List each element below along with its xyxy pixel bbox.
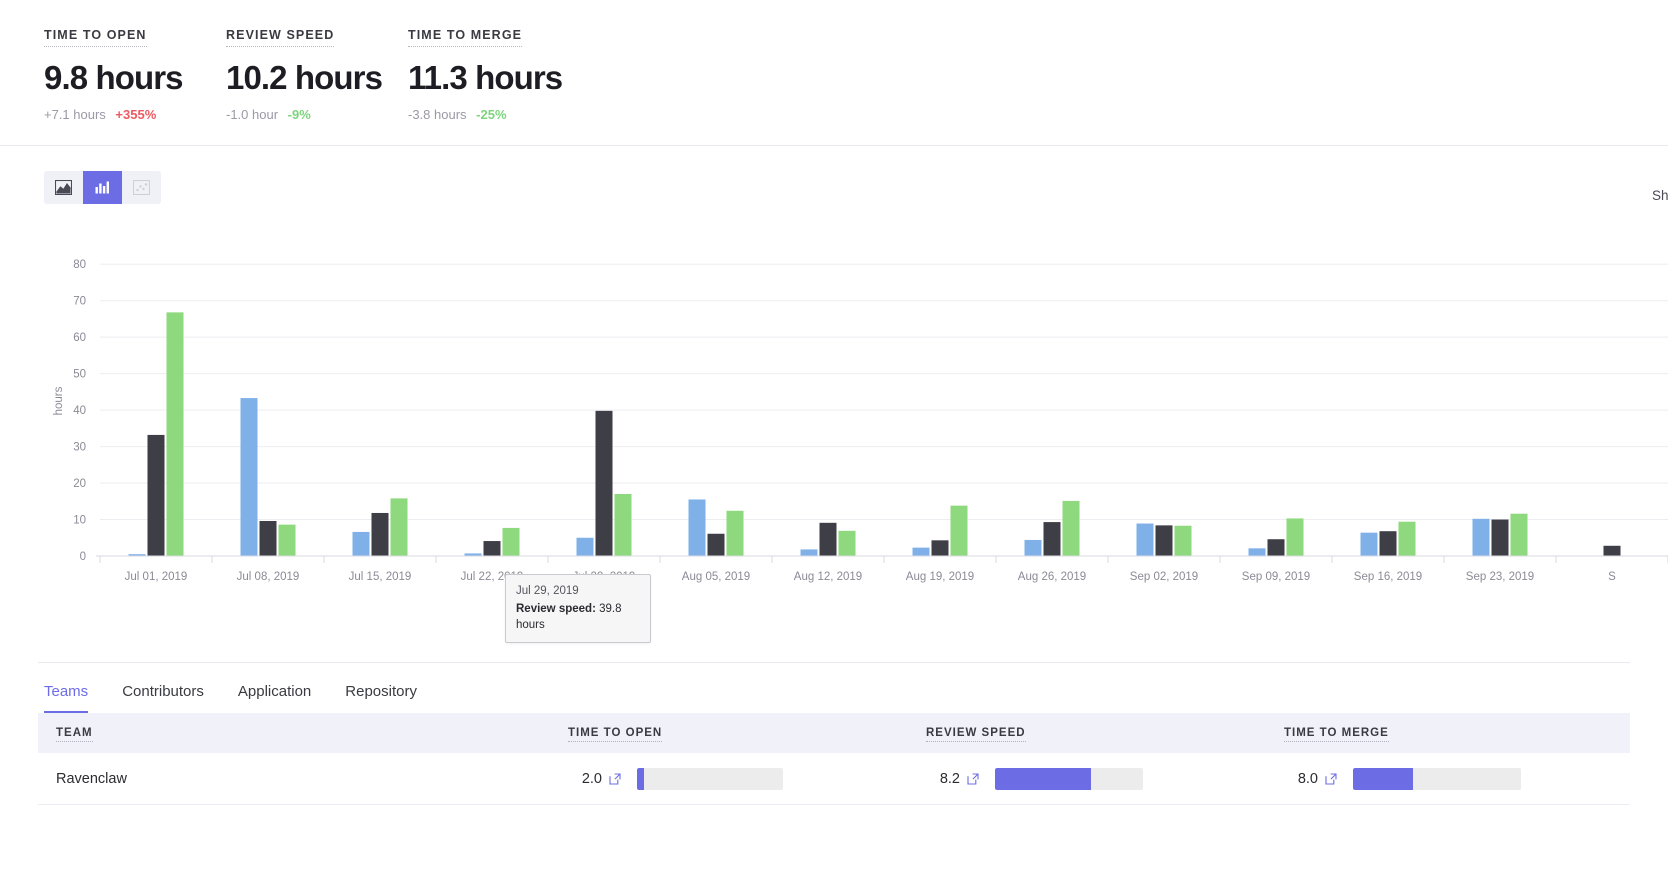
kpi-card-review-speed: REVIEW SPEED 10.2 hours -1.0 hour -9%: [226, 26, 408, 145]
column-header-team[interactable]: TEAM: [38, 727, 568, 742]
cell-time-to-open: 2.0: [568, 767, 926, 790]
svg-text:Aug 05, 2019: Aug 05, 2019: [682, 571, 750, 583]
bar-chart-icon[interactable]: [83, 170, 122, 204]
svg-text:10: 10: [73, 515, 86, 527]
kpi-value: 10.2 hours: [226, 59, 383, 96]
external-link-icon[interactable]: [1325, 772, 1337, 785]
kpi-delta-percent: -9%: [287, 107, 311, 122]
svg-text:70: 70: [73, 296, 86, 308]
svg-text:0: 0: [80, 551, 86, 563]
kpi-delta-percent: +355%: [115, 107, 157, 122]
svg-text:Sep 02, 2019: Sep 02, 2019: [1130, 571, 1198, 583]
bar-chart: 0 10 20 30 40 50 60 70 80 hours Jul 01, 2019 Jul 08…: [0, 216, 1668, 643]
tab-teams[interactable]: Teams: [44, 683, 89, 713]
entity-tabs: Teams Contributors Application Repositor…: [0, 663, 1668, 713]
kpi-delta-percent: -25%: [476, 107, 507, 122]
svg-text:Jul 01, 2019: Jul 01, 2019: [125, 571, 188, 583]
svg-text:Sep 23, 2019: Sep 23, 2019: [1466, 571, 1534, 583]
svg-text:80: 80: [73, 259, 86, 271]
kpi-label: REVIEW SPEED: [226, 28, 335, 47]
progress-fill: [637, 767, 645, 790]
metric-value: 2.0: [581, 770, 602, 787]
progress-fill: [995, 767, 1092, 790]
column-header-time-to-merge[interactable]: TIME TO MERGE: [1284, 727, 1614, 742]
progress-track: [1353, 767, 1521, 790]
svg-text:Sep 16, 2019: Sep 16, 2019: [1354, 571, 1422, 583]
svg-text:Jul 15, 2019: Jul 15, 2019: [349, 571, 412, 583]
tooltip-date: Jul 29, 2019: [516, 585, 579, 597]
progress-track: [637, 767, 783, 790]
cell-team-name: Ravenclaw: [56, 770, 127, 787]
kpi-value: 11.3 hours: [408, 59, 563, 96]
tab-application[interactable]: Application: [238, 683, 311, 713]
kpi-label: TIME TO MERGE: [408, 28, 523, 47]
chart-tooltip: Jul 29, 2019 Review speed: 39.8 hours: [505, 574, 651, 643]
kpi-delta: +7.1 hours +355%: [44, 107, 226, 122]
scatter-chart-icon: [122, 170, 161, 204]
kpi-summary-bar: TIME TO OPEN 9.8 hours +7.1 hours +355% …: [0, 0, 1668, 146]
progress-track: [995, 767, 1143, 790]
kpi-delta: -1.0 hour -9%: [226, 107, 408, 122]
metrics-table: TEAM TIME TO OPEN REVIEW SPEED TIME TO M…: [38, 713, 1630, 805]
cell-review-speed: 8.2: [926, 767, 1284, 790]
chart-section: Sho 0 10 20 30 40 50 60 70 80 hours Jul 01, 2019 Ju…: [0, 146, 1668, 643]
kpi-card-time-to-merge: TIME TO MERGE 11.3 hours -3.8 hours -25%: [408, 26, 590, 145]
tooltip-metric: Review speed: 39.8 hours: [516, 601, 640, 633]
column-header-time-to-open[interactable]: TIME TO OPEN: [568, 727, 926, 742]
svg-text:60: 60: [73, 332, 86, 344]
svg-text:20: 20: [73, 478, 86, 490]
svg-text:Aug 19, 2019: Aug 19, 2019: [906, 571, 974, 583]
metric-value: 8.0: [1297, 770, 1318, 787]
svg-text:30: 30: [73, 442, 86, 454]
chart-type-toggle-group: [44, 170, 161, 204]
column-header-review-speed[interactable]: REVIEW SPEED: [926, 727, 1284, 742]
kpi-delta-absolute: -1.0 hour: [226, 107, 279, 122]
metric-value: 8.2: [939, 770, 960, 787]
show-options-label[interactable]: Sho: [1652, 188, 1668, 203]
svg-text:Sep 09, 2019: Sep 09, 2019: [1242, 571, 1310, 583]
svg-text:Jul 08, 2019: Jul 08, 2019: [237, 571, 300, 583]
table-row[interactable]: Ravenclaw 2.0 8.2 8.0: [38, 753, 1630, 805]
svg-text:Aug 26, 2019: Aug 26, 2019: [1018, 571, 1086, 583]
kpi-card-time-to-open: TIME TO OPEN 9.8 hours +7.1 hours +355%: [44, 26, 226, 145]
bar-chart-canvas: 0 10 20 30 40 50 60 70 80 hours Jul 01, 2019 Jul 08…: [53, 259, 1668, 583]
cell-time-to-merge: 8.0: [1284, 767, 1614, 790]
tooltip-metric-label: Review speed:: [516, 603, 596, 615]
svg-text:hours: hours: [53, 386, 65, 415]
svg-text:50: 50: [73, 369, 86, 381]
progress-fill: [1353, 767, 1414, 790]
external-link-icon[interactable]: [967, 772, 979, 785]
svg-text:40: 40: [73, 405, 86, 417]
svg-text:S: S: [1608, 571, 1616, 583]
kpi-delta: -3.8 hours -25%: [408, 107, 590, 122]
tab-contributors[interactable]: Contributors: [122, 683, 204, 713]
chart-toolbar: Sho: [0, 146, 1668, 208]
kpi-delta-absolute: -3.8 hours: [408, 107, 467, 122]
table-header-row: TEAM TIME TO OPEN REVIEW SPEED TIME TO M…: [38, 713, 1630, 753]
area-chart-icon[interactable]: [44, 170, 83, 204]
kpi-value: 9.8 hours: [44, 59, 184, 96]
kpi-delta-absolute: +7.1 hours: [44, 107, 106, 122]
svg-text:Aug 12, 2019: Aug 12, 2019: [794, 571, 862, 583]
external-link-icon[interactable]: [609, 772, 621, 785]
kpi-label: TIME TO OPEN: [44, 28, 147, 47]
tab-repository[interactable]: Repository: [345, 683, 417, 713]
